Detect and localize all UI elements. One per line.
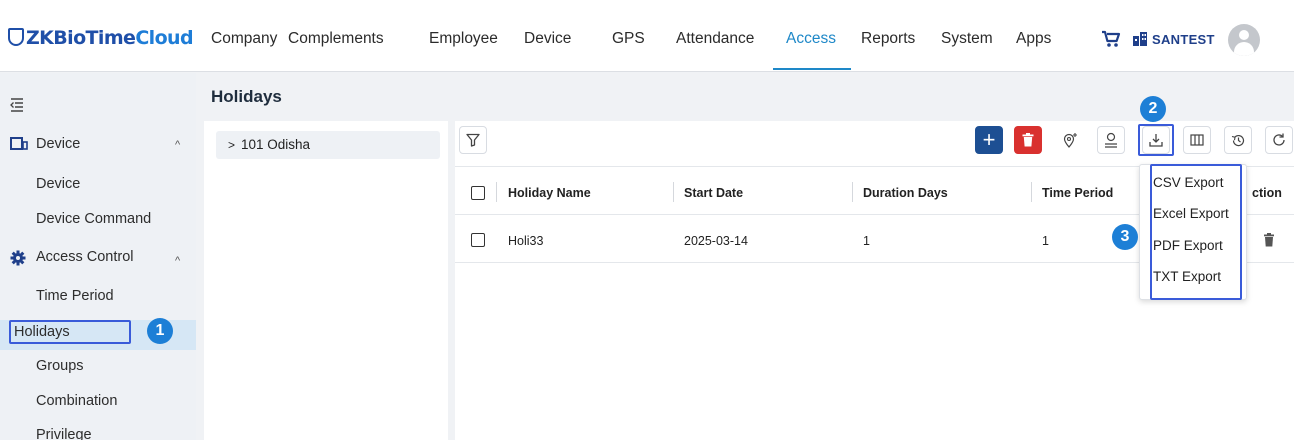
user-button[interactable]: [1097, 126, 1125, 154]
department-tree-panel: >101 Odisha: [204, 121, 448, 440]
select-all-checkbox[interactable]: [471, 186, 485, 200]
column-header-time-period[interactable]: Time Period: [1042, 186, 1113, 200]
device-icon: [10, 137, 28, 156]
user-icon: [1105, 132, 1117, 148]
nav-system[interactable]: System: [941, 30, 993, 48]
logo-accent-text: Cloud: [135, 27, 193, 49]
sidebar-item-combination[interactable]: Combination: [36, 393, 117, 409]
column-separator: [1031, 182, 1032, 202]
sidebar-item-privilege[interactable]: Privilege: [36, 427, 92, 440]
gear-icon: [10, 250, 26, 271]
sidebar-item-device-command[interactable]: Device Command: [36, 211, 151, 227]
sidebar-item-time-period[interactable]: Time Period: [36, 288, 114, 304]
trash-icon: [1022, 133, 1034, 147]
columns-icon: [1190, 134, 1204, 146]
step-badge-2: 2: [1140, 96, 1166, 122]
history-icon: [1231, 134, 1244, 146]
logo-text: ZKBioTime: [26, 27, 136, 49]
chevron-up-icon[interactable]: ^: [175, 139, 180, 151]
delete-button[interactable]: [1014, 126, 1042, 154]
sidebar: Device ^ Device Device Command Access Co…: [0, 73, 196, 440]
column-separator: [852, 182, 853, 202]
company-building-icon: [1132, 31, 1148, 52]
nav-gps[interactable]: GPS: [612, 30, 645, 48]
nav-company[interactable]: Company: [211, 30, 277, 48]
tree-item-label: 101 Odisha: [241, 137, 311, 152]
nav-reports[interactable]: Reports: [861, 30, 915, 48]
refresh-button[interactable]: [1265, 126, 1293, 154]
export-menu-highlight-box: [1150, 164, 1242, 300]
nav-apps[interactable]: Apps: [1016, 30, 1051, 48]
nav-employee[interactable]: Employee: [429, 30, 498, 48]
cart-icon[interactable]: [1101, 30, 1121, 53]
filter-icon: [466, 133, 480, 147]
company-name[interactable]: SANTEST: [1152, 32, 1215, 47]
sidebar-group-device[interactable]: Device: [36, 136, 80, 152]
nav-active-indicator: [773, 68, 851, 70]
user-avatar[interactable]: [1228, 24, 1260, 56]
location-add-icon: [1063, 133, 1077, 148]
shield-logo-icon: [8, 28, 24, 46]
top-navigation-bar: ZKBioTimeCloud Company Complements Emplo…: [0, 0, 1294, 72]
column-header-action: ction: [1252, 186, 1282, 200]
cell-time-period: 1: [1042, 234, 1049, 248]
menu-collapse-icon[interactable]: [10, 98, 24, 117]
nav-access[interactable]: Access: [786, 30, 836, 48]
column-header-start-date[interactable]: Start Date: [684, 186, 743, 200]
cell-holiday-name: Holi33: [508, 234, 544, 248]
add-button[interactable]: +: [975, 126, 1003, 154]
cell-duration-days: 1: [863, 234, 870, 248]
step-badge-3: 3: [1112, 224, 1138, 250]
refresh-icon: [1273, 133, 1285, 146]
history-button[interactable]: [1224, 126, 1252, 154]
sidebar-item-device[interactable]: Device: [36, 176, 80, 192]
tree-item[interactable]: >101 Odisha: [216, 131, 440, 159]
row-delete-icon[interactable]: [1264, 233, 1274, 252]
nav-device[interactable]: Device: [524, 30, 571, 48]
cell-start-date: 2025-03-14: [684, 234, 748, 248]
step-badge-1: 1: [147, 318, 173, 344]
chevron-right-icon: >: [228, 138, 236, 152]
nav-complements[interactable]: Complements: [288, 30, 384, 48]
columns-button[interactable]: [1183, 126, 1211, 154]
app-logo[interactable]: ZKBioTimeCloud: [8, 27, 194, 49]
chevron-up-icon[interactable]: ^: [175, 255, 180, 267]
column-separator: [673, 182, 674, 202]
column-header-duration-days[interactable]: Duration Days: [863, 186, 948, 200]
column-separator: [496, 182, 497, 202]
export-button-highlight-box: [1138, 124, 1174, 156]
column-header-holiday-name[interactable]: Holiday Name: [508, 186, 591, 200]
nav-attendance[interactable]: Attendance: [676, 30, 754, 48]
sidebar-group-access-control[interactable]: Access Control: [36, 249, 134, 265]
holidays-highlight-box: [9, 320, 131, 344]
filter-button[interactable]: [459, 126, 487, 154]
sidebar-item-groups[interactable]: Groups: [36, 358, 84, 374]
page-title: Holidays: [211, 87, 282, 106]
row-checkbox[interactable]: [471, 233, 485, 247]
location-button[interactable]: [1056, 126, 1084, 154]
